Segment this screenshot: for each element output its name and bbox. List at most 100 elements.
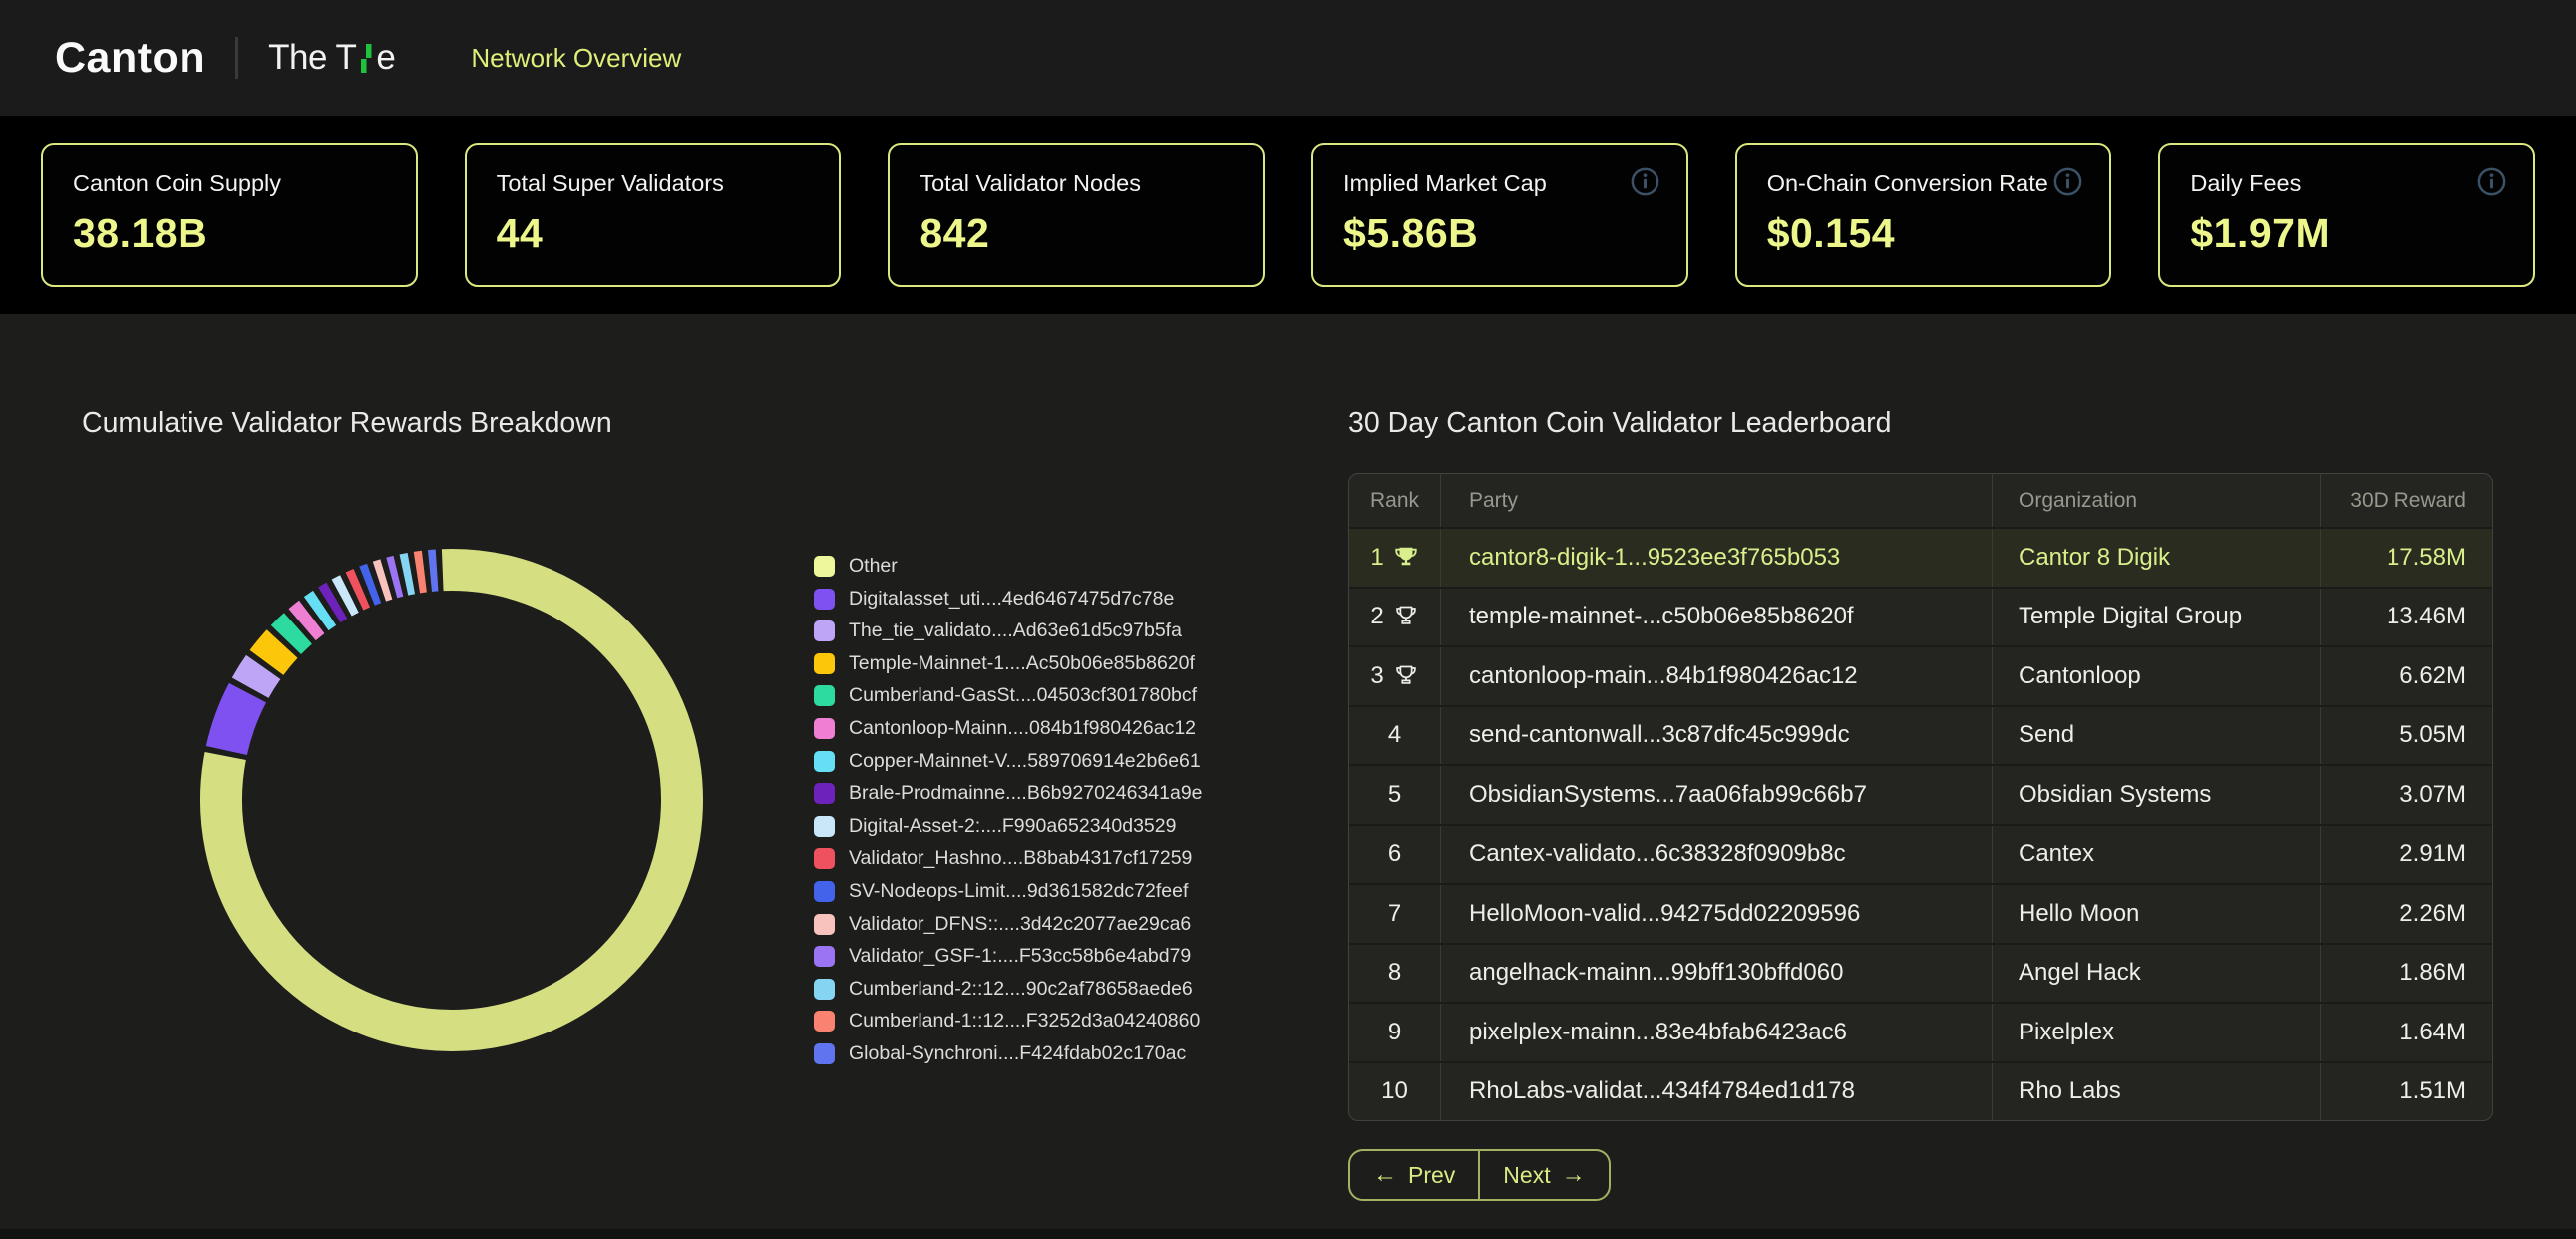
legend-item[interactable]: Temple-Mainnet-1....Ac50b06e85b8620f — [814, 652, 1203, 675]
stat-label: On-Chain Conversion Rate — [1767, 170, 2080, 197]
organization-cell: Pixelplex — [1992, 1004, 2320, 1061]
legend-label: Validator_GSF-1:....F53cc58b6e4abd79 — [849, 945, 1191, 968]
app-header: Canton The T e Network Overview — [0, 0, 2576, 116]
donut-slice[interactable] — [379, 580, 386, 582]
stat-label: Total Validator Nodes — [920, 170, 1233, 197]
table-row: 3 cantonloop-main...84b1f980426ac12Canto… — [1349, 645, 2492, 705]
rewards-section-title: Cumulative Validator Rewards Breakdown — [82, 407, 612, 440]
reward-cell: 17.58M — [2320, 529, 2492, 587]
legend-label: Global-Synchroni....F424fdab02c170ac — [849, 1042, 1186, 1065]
legend-item[interactable]: SV-Nodeops-Limit....9d361582dc72feef — [814, 880, 1203, 903]
legend-swatch — [814, 620, 835, 641]
donut-slice[interactable] — [417, 572, 424, 573]
organization-cell: Hello Moon — [1992, 885, 2320, 943]
info-icon[interactable] — [2051, 165, 2084, 198]
legend-label: Cumberland-GasSt....04503cf301780bcf — [849, 684, 1197, 707]
rank-cell: 7 — [1349, 885, 1440, 943]
prev-button[interactable]: ← Prev — [1350, 1151, 1478, 1199]
legend-swatch — [814, 1043, 835, 1064]
rank-cell: 8 — [1349, 945, 1440, 1003]
donut-slice[interactable] — [404, 574, 411, 575]
donut-slice[interactable] — [286, 628, 298, 640]
donut-slice[interactable] — [266, 644, 282, 663]
organization-cell: Temple Digital Group — [1992, 589, 2320, 646]
legend-swatch — [814, 816, 835, 837]
nav-network-overview[interactable]: Network Overview — [471, 43, 681, 73]
rank-number: 5 — [1388, 781, 1401, 809]
table-row: 4send-cantonwall...3c87dfc45c999dcSend5.… — [1349, 705, 2492, 765]
legend-item[interactable]: Cumberland-1::12....F3252d3a04240860 — [814, 1010, 1203, 1032]
prev-label: Prev — [1408, 1162, 1455, 1189]
legend-label: Digitalasset_uti....4ed6467475d7c78e — [849, 588, 1174, 611]
legend-item[interactable]: Copper-Mainnet-V....589706914e2b6e61 — [814, 750, 1203, 773]
stat-card: Implied Market Cap $5.86B — [1311, 143, 1688, 287]
legend-swatch — [814, 589, 835, 610]
legend-item[interactable]: Digital-Asset-2:....F990a652340d3529 — [814, 815, 1203, 838]
info-icon[interactable] — [1629, 165, 1661, 198]
legend-item[interactable]: Cumberland-GasSt....04503cf301780bcf — [814, 684, 1203, 707]
donut-slice[interactable] — [329, 601, 336, 605]
stat-label: Implied Market Cap — [1343, 170, 1656, 197]
the-tie-logo[interactable]: The T e — [268, 38, 395, 78]
leaderboard-title: 30 Day Canton Coin Validator Leaderboard — [1348, 407, 1892, 440]
legend-swatch — [814, 685, 835, 706]
legend-swatch — [814, 783, 835, 804]
donut-slice[interactable] — [430, 570, 437, 571]
rank-number: 2 — [1370, 603, 1383, 630]
party-cell: send-cantonwall...3c87dfc45c999dc — [1440, 707, 1992, 765]
donut-slice[interactable] — [367, 584, 374, 587]
next-button[interactable]: Next → — [1478, 1151, 1608, 1199]
legend-item[interactable]: The_tie_validato....Ad63e61d5c97b5fa — [814, 620, 1203, 642]
table-header-row: RankPartyOrganization30D Reward — [1349, 474, 2492, 527]
legend-swatch — [814, 848, 835, 869]
legend-item[interactable]: Cantonloop-Mainn....084b1f980426ac12 — [814, 717, 1203, 740]
legend-item[interactable]: Validator_DFNS::....3d42c2077ae29ca6 — [814, 913, 1203, 936]
legend-label: Validator_DFNS::....3d42c2077ae29ca6 — [849, 913, 1191, 936]
legend-item[interactable]: Brale-Prodmainne....B6b9270246341a9e — [814, 782, 1203, 805]
legend-item[interactable]: Validator_GSF-1:....F53cc58b6e4abd79 — [814, 945, 1203, 968]
rank-number: 10 — [1381, 1077, 1408, 1105]
right-arrow-icon: → — [1562, 1161, 1586, 1189]
the-tie-text-pre: The T — [268, 38, 356, 78]
table-row: 8angelhack-mainn...99bff130bffd060Angel … — [1349, 943, 2492, 1003]
donut-slice[interactable] — [392, 576, 399, 578]
table-body: 1 cantor8-digik-1...9523ee3f765b053Canto… — [1349, 527, 2492, 1120]
legend-swatch — [814, 556, 835, 577]
legend-item[interactable]: Global-Synchroni....F424fdab02c170ac — [814, 1042, 1203, 1065]
party-cell: HelloMoon-valid...94275dd02209596 — [1440, 885, 1992, 943]
legend-item[interactable]: Cumberland-2::12....90c2af78658aede6 — [814, 978, 1203, 1001]
table-row: 10RhoLabs-validat...434f4784ed1d178Rho L… — [1349, 1061, 2492, 1121]
donut-slice[interactable] — [250, 667, 263, 688]
legend-label: Temple-Mainnet-1....Ac50b06e85b8620f — [849, 652, 1195, 675]
rank-number: 8 — [1388, 959, 1401, 987]
info-icon[interactable] — [2475, 165, 2508, 198]
organization-cell: Cantex — [1992, 826, 2320, 884]
legend-item[interactable]: Validator_Hashno....B8bab4317cf17259 — [814, 847, 1203, 870]
legend-item[interactable]: Digitalasset_uti....4ed6467475d7c78e — [814, 588, 1203, 611]
legend-swatch — [814, 718, 835, 739]
table-row: 9pixelplex-mainn...83e4bfab6423ac6Pixelp… — [1349, 1002, 2492, 1061]
the-tie-text-post: e — [376, 38, 395, 78]
legend-swatch — [814, 946, 835, 967]
party-cell: cantor8-digik-1...9523ee3f765b053 — [1440, 529, 1992, 587]
rank-cell: 9 — [1349, 1004, 1440, 1061]
stat-card: Total Validator Nodes 842 — [888, 143, 1265, 287]
donut-slice[interactable] — [342, 594, 350, 598]
donut-slice[interactable] — [355, 588, 362, 591]
stat-value: 38.18B — [73, 210, 386, 257]
donut-slice[interactable] — [302, 617, 312, 624]
rank-number: 4 — [1388, 721, 1401, 749]
rank-cell: 1 — [1349, 529, 1440, 587]
canton-logo[interactable]: Canton — [55, 34, 205, 83]
legend-item[interactable]: Other — [814, 555, 1203, 578]
stat-value: $1.97M — [2190, 210, 2503, 257]
brand-divider — [235, 37, 238, 79]
legend-label: Digital-Asset-2:....F990a652340d3529 — [849, 815, 1176, 838]
donut-slice[interactable] — [316, 608, 324, 614]
legend-label: Copper-Mainnet-V....589706914e2b6e61 — [849, 750, 1201, 773]
trophy-outline-icon — [1393, 604, 1419, 629]
donut-slice[interactable] — [226, 693, 247, 751]
table-row: 2 temple-mainnet-...c50b06e85b8620fTempl… — [1349, 587, 2492, 646]
rank-number: 7 — [1388, 900, 1401, 928]
rank-cell: 2 — [1349, 589, 1440, 646]
